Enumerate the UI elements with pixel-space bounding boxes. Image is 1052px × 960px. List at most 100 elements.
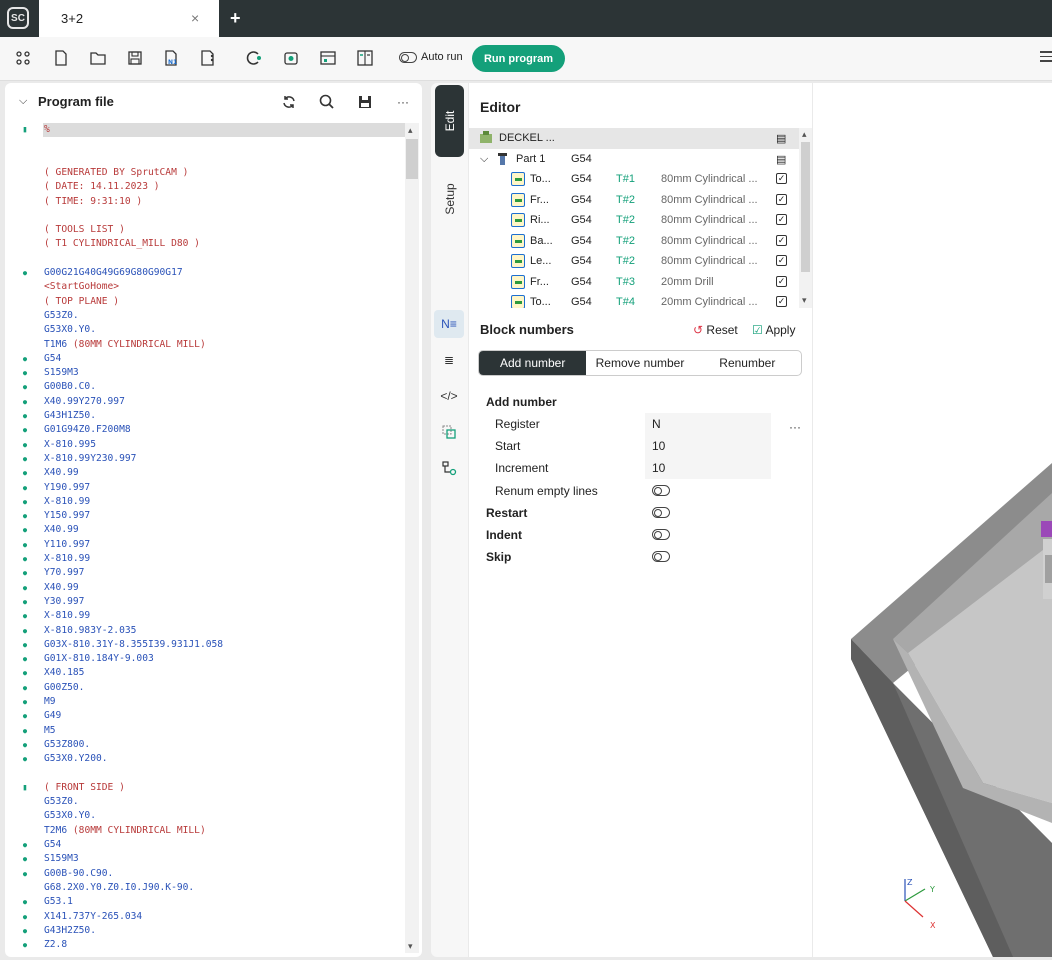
code-line[interactable]: ● G00B0.C0. — [5, 380, 405, 394]
breakpoint-dot-icon[interactable]: ● — [21, 481, 29, 495]
code-line[interactable] — [5, 152, 405, 166]
breakpoint-dot-icon[interactable]: ● — [21, 681, 29, 695]
code-line[interactable]: <StartGoHome> — [5, 280, 405, 294]
code-line[interactable]: ● G53X0.Y200. — [5, 752, 405, 766]
breakpoint-dot-icon[interactable]: ● — [21, 495, 29, 509]
code-line[interactable]: T1M6 (80MM CYLINDRICAL MILL) — [5, 338, 405, 352]
code-line[interactable]: G53Z0. — [5, 795, 405, 809]
apply-button[interactable]: ☑ Apply — [752, 323, 795, 337]
code-line[interactable]: ● G53Z800. — [5, 738, 405, 752]
breakpoint-dot-icon[interactable]: ● — [21, 395, 29, 409]
code-line[interactable]: ● X-810.99 — [5, 609, 405, 623]
code-line[interactable]: ● X-810.983Y-2.035 — [5, 624, 405, 638]
code-line[interactable]: ● X-810.99 — [5, 552, 405, 566]
simulate-icon[interactable] — [245, 49, 263, 67]
tab-setup[interactable]: Setup — [435, 163, 464, 235]
register-more-icon[interactable]: ··· — [789, 420, 801, 434]
breakpoint-dot-icon[interactable]: ● — [21, 895, 29, 909]
code-line[interactable]: ● Y30.997 — [5, 595, 405, 609]
hamburger-menu-icon[interactable] — [1040, 51, 1052, 65]
code-line[interactable] — [5, 767, 405, 781]
3d-viewport[interactable]: Z Y X — [813, 83, 1052, 957]
scroll-up-icon[interactable]: ▴ — [802, 129, 807, 140]
breakpoint-dot-icon[interactable]: ● — [21, 609, 29, 623]
breakpoint-dot-icon[interactable]: ● — [21, 638, 29, 652]
code-line[interactable]: ● G54 — [5, 352, 405, 366]
breakpoint-dot-icon[interactable]: ● — [21, 666, 29, 680]
indent-toggle[interactable] — [652, 529, 670, 540]
code-line[interactable]: ● S159M3 — [5, 366, 405, 380]
run-program-button[interactable]: Run program — [472, 45, 565, 72]
bookmark-icon[interactable]: ▮ — [21, 123, 29, 137]
code-line[interactable]: ● X40.99 — [5, 466, 405, 480]
chevron-down-icon[interactable]: ⌵ — [19, 95, 27, 108]
notes-icon[interactable]: ▤ — [776, 132, 786, 145]
toggle-icon[interactable] — [399, 51, 417, 63]
code-line[interactable]: ( TIME: 9:31:10 ) — [5, 195, 405, 209]
operations-tree[interactable]: DECKEL ... ▤ ⌵ Part 1 G54 ▤ To... G54 T#1 8… — [469, 128, 812, 308]
code-line[interactable] — [5, 252, 405, 266]
breakpoint-dot-icon[interactable]: ● — [21, 380, 29, 394]
tree-row-part[interactable]: ⌵ Part 1 G54 ▤ — [469, 149, 799, 170]
new-tab-button[interactable]: + — [230, 8, 241, 29]
code-line[interactable]: ( TOOLS LIST ) — [5, 223, 405, 237]
operation-row[interactable]: To... G54 T#4 20mm Cylindrical ... ✓ — [469, 292, 799, 308]
transform-icon[interactable] — [434, 418, 464, 446]
code-line[interactable]: ● G01X-810.184Y-9.003 — [5, 652, 405, 666]
breakpoint-dot-icon[interactable]: ● — [21, 538, 29, 552]
code-line[interactable]: ● X-810.99Y230.997 — [5, 452, 405, 466]
scrollbar-thumb[interactable] — [801, 142, 810, 272]
breakpoint-dot-icon[interactable]: ● — [21, 652, 29, 666]
code-line[interactable]: ● G53.1 — [5, 895, 405, 909]
code-line[interactable]: ● X-810.995 — [5, 438, 405, 452]
code-line[interactable]: G53X0.Y0. — [5, 809, 405, 823]
code-line[interactable]: ● Y70.997 — [5, 566, 405, 580]
code-line[interactable] — [5, 209, 405, 223]
refresh-icon[interactable] — [279, 92, 299, 112]
code-line[interactable]: ● G43H2Z50. — [5, 924, 405, 938]
tree-scrollbar[interactable]: ▴ ▾ — [799, 128, 812, 308]
breakpoint-dot-icon[interactable]: ● — [21, 595, 29, 609]
breakpoint-dot-icon[interactable]: ● — [21, 581, 29, 595]
code-scrollbar[interactable]: ▴ ▾ — [405, 123, 419, 953]
start-field[interactable]: 10 — [645, 435, 771, 457]
nc-file-icon[interactable]: N1 — [162, 49, 180, 67]
tab-remove-number[interactable]: Remove number — [586, 351, 693, 375]
code-line[interactable]: ▮ ( FRONT SIDE ) — [5, 781, 405, 795]
scroll-down-icon[interactable]: ▾ — [802, 295, 807, 306]
code-tags-icon[interactable]: </> — [434, 382, 464, 410]
save-icon[interactable] — [126, 49, 144, 67]
tab-renumber[interactable]: Renumber — [694, 351, 801, 375]
code-line[interactable]: ● X40.99Y270.997 — [5, 395, 405, 409]
tree-row-machine[interactable]: DECKEL ... ▤ — [469, 128, 799, 149]
breakpoint-dot-icon[interactable]: ● — [21, 938, 29, 952]
code-line[interactable] — [5, 137, 405, 151]
operation-row[interactable]: Le... G54 T#2 80mm Cylindrical ... ✓ — [469, 251, 799, 272]
lines-list-icon[interactable]: ≣ — [434, 346, 464, 374]
open-folder-icon[interactable] — [89, 49, 107, 67]
code-line[interactable]: ● G43H1Z50. — [5, 409, 405, 423]
app-logo-icon[interactable]: SC — [7, 7, 29, 29]
breakpoint-dot-icon[interactable]: ● — [21, 266, 29, 280]
notes-icon[interactable]: ▤ — [776, 153, 786, 166]
operation-row[interactable]: To... G54 T#1 80mm Cylindrical ... ✓ — [469, 169, 799, 190]
enabled-checkbox[interactable]: ✓ — [776, 255, 787, 266]
breakpoint-dot-icon[interactable]: ● — [21, 624, 29, 638]
breakpoint-dot-icon[interactable]: ● — [21, 552, 29, 566]
breakpoint-dot-icon[interactable]: ● — [21, 924, 29, 938]
scroll-up-icon[interactable]: ▴ — [408, 125, 413, 136]
code-line[interactable]: ● G49 — [5, 709, 405, 723]
code-line[interactable]: ( GENERATED BY SprutCAM ) — [5, 166, 405, 180]
code-line[interactable]: T2M6 (80MM CYLINDRICAL MILL) — [5, 824, 405, 838]
breakpoint-dot-icon[interactable]: ● — [21, 566, 29, 580]
postprocessor-icon[interactable] — [319, 49, 337, 67]
code-editor[interactable]: ▮% ( GENERATED BY SprutCAM ) ( DATE: 14.11… — [5, 123, 405, 953]
code-line[interactable]: ● Y150.997 — [5, 509, 405, 523]
code-line[interactable]: ● G00G21G40G49G69G80G90G17 — [5, 266, 405, 280]
breakpoint-dot-icon[interactable]: ● — [21, 466, 29, 480]
operation-row[interactable]: Ba... G54 T#2 80mm Cylindrical ... ✓ — [469, 231, 799, 252]
new-file-icon[interactable] — [52, 49, 70, 67]
breakpoint-dot-icon[interactable]: ● — [21, 738, 29, 752]
code-line[interactable]: ( DATE: 14.11.2023 ) — [5, 180, 405, 194]
close-tab-icon[interactable]: × — [191, 10, 199, 26]
